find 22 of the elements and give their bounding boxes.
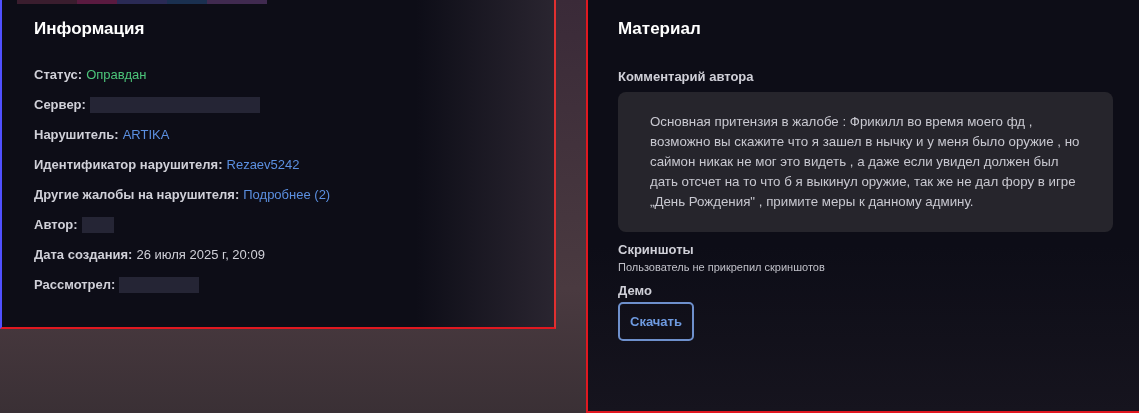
value-link[interactable]: Подробнее (2) [243,187,331,202]
status-value: Оправдан [86,67,147,82]
comment-text: Основная притензия в жалобе : Фрикилл во время моего фд , возможно вы скажите что я зашел в нычку и у меня было оружие , но саймон никак не мог это видеть , а даже если увидел должен был дать отсчет на то что б я выкинул оружие, так же не дал фору в игре „День Рождения" , примите меры к данному админу. [618,92,1113,232]
panel-title: Информация [34,18,146,40]
section-heading: Скриншоты [618,242,695,257]
field-label: Дата создания: [34,247,133,262]
field-label: Идентификатор нарушителя: [34,157,223,172]
field-label: Другие жалобы на нарушителя: [34,187,240,202]
field-label: Статус: [34,67,83,82]
field-value: 26 июля 2025 г, 20:09 [136,247,265,262]
value-link[interactable]: Rezaev5242 [226,157,300,172]
value-link[interactable]: ARTIKA [122,127,170,142]
field-label: Автор: [34,217,78,232]
section-heading: Комментарий автора [618,69,755,84]
field-label: Сервер: [34,97,86,112]
field-label: Рассмотрел: [34,277,116,292]
redacted-value [81,216,114,233]
section-heading: Демо [618,283,653,298]
field-label: Нарушитель: [34,127,119,142]
screenshots-note: Пользователь не прикрепил скриншотов [618,261,826,273]
panel-title: Материал [618,18,702,40]
download-button[interactable]: Скачать [618,302,694,341]
